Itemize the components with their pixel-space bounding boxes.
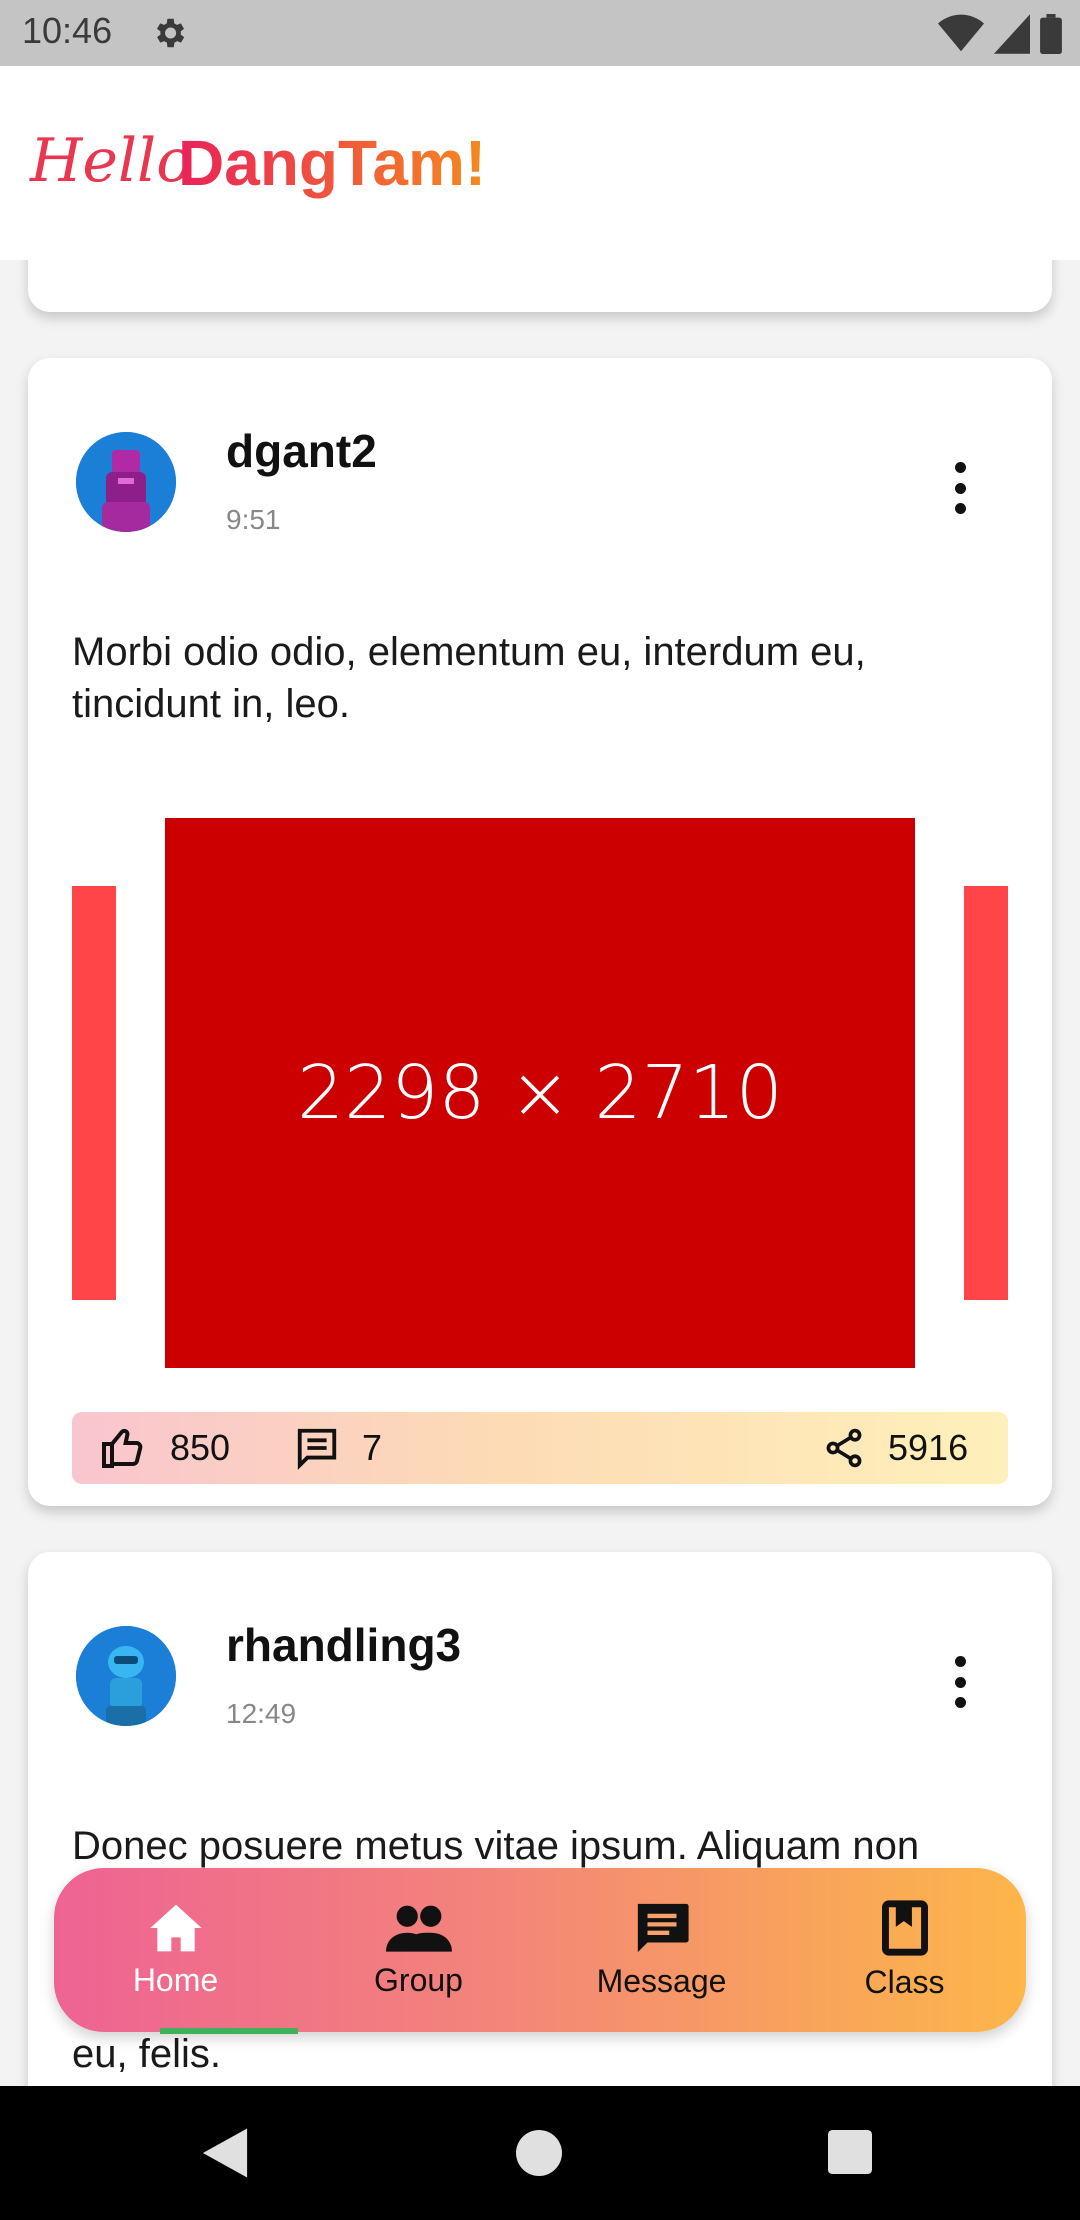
more-vertical-icon-dot (954, 503, 966, 514)
more-vertical-icon-dot (954, 1697, 966, 1708)
home-circle-icon[interactable] (516, 2130, 562, 2176)
more-vertical-icon-dot (954, 1656, 966, 1667)
share-icon (826, 1428, 862, 1468)
nav-home[interactable]: Home (54, 1868, 297, 2032)
share-button[interactable]: 5916 (822, 1412, 968, 1484)
post-more-menu-button[interactable] (940, 1652, 980, 1712)
cellular-signal-icon (994, 14, 1030, 54)
bookmark-book-icon (881, 1899, 928, 1956)
back-icon[interactable] (200, 2126, 250, 2180)
nav-group[interactable]: Group (297, 1868, 540, 2032)
comment-count: 7 (362, 1427, 383, 1468)
recents-icon[interactable] (828, 2130, 872, 2174)
nav-label: Message (596, 1962, 727, 1999)
more-vertical-icon-dot (954, 1676, 966, 1688)
share-count: 5916 (888, 1427, 969, 1468)
nav-label: Home (132, 1961, 219, 1998)
bottom-navigation: Home Group Message Class (54, 1868, 1026, 2032)
nav-class[interactable]: Class (783, 1868, 1026, 2032)
image-carousel-prev[interactable] (72, 886, 116, 1300)
post-text-continued: eu, felis. (72, 2032, 221, 2076)
nav-label: Group (374, 1961, 463, 1998)
like-button[interactable]: 850 (100, 1412, 230, 1484)
robot-avatar-icon (76, 432, 176, 532)
settings-gear-icon (156, 18, 185, 48)
group-icon (385, 1905, 452, 1952)
post-text: Morbi odio odio, elementum eu, interdum … (72, 630, 866, 726)
greeting-text: Hello (30, 126, 193, 196)
post-image-label: 2298 × 2710 (297, 1050, 783, 1136)
comment-icon (297, 1428, 337, 1470)
avatar[interactable] (76, 1626, 176, 1726)
wifi-icon (938, 14, 984, 52)
robot-avatar-icon (76, 1626, 176, 1726)
more-vertical-icon-dot (954, 462, 966, 473)
post-stats-bar: 850 7 5916 (72, 1412, 1008, 1484)
status-bar: 10:46 (0, 0, 1080, 66)
post-time: 12:49 (226, 1698, 297, 1729)
post-image[interactable]: 2298 × 2710 (165, 818, 915, 1368)
thumb-up-icon (102, 1428, 143, 1468)
user-name-title: DangTam! (178, 127, 487, 199)
avatar[interactable] (76, 432, 176, 532)
more-vertical-icon-dot (954, 482, 966, 494)
like-count: 850 (170, 1427, 231, 1468)
post-username[interactable]: rhandling3 (226, 1618, 461, 1672)
post-time: 9:51 (226, 504, 281, 535)
status-icons (938, 12, 1062, 56)
nav-active-indicator (160, 2028, 298, 2034)
status-time: 10:46 (22, 10, 113, 51)
post-username[interactable]: dgant2 (226, 424, 377, 478)
nav-message[interactable]: Message (540, 1868, 783, 2032)
app-bar: Hello DangTam! (0, 66, 1080, 260)
image-carousel-next[interactable] (964, 886, 1008, 1300)
message-icon (637, 1903, 689, 1952)
system-navigation-bar (0, 2086, 1080, 2220)
post-card: dgant2 9:51 Morbi odio odio, elementum e… (28, 358, 1052, 1506)
battery-icon (1040, 14, 1062, 54)
post-card-previous: 5590 7 4808 (28, 260, 1052, 312)
post-feed[interactable]: 5590 7 4808 (0, 260, 1080, 2086)
post-more-menu-button[interactable] (940, 458, 980, 518)
home-icon (149, 1904, 202, 1951)
post-text: Donec posuere metus vitae ipsum. Aliquam… (72, 1824, 920, 1868)
comment-button[interactable]: 7 (294, 1412, 382, 1484)
nav-label: Class (864, 1963, 945, 2000)
